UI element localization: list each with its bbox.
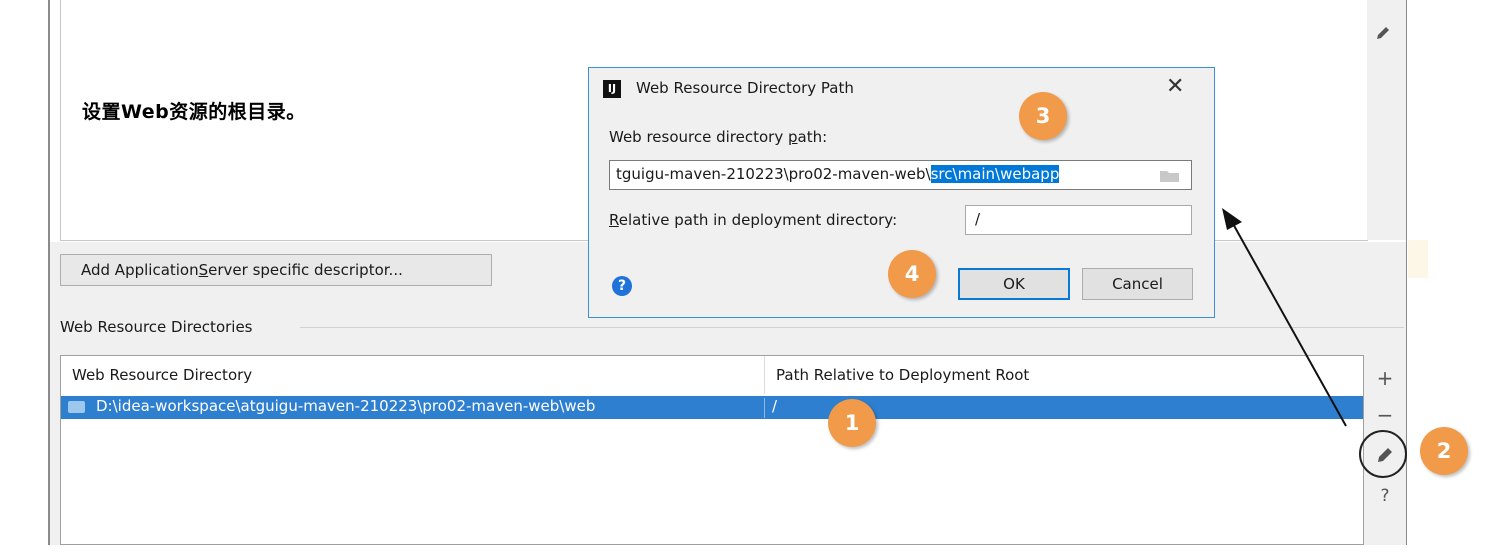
callout-3: 3 [1019,92,1067,140]
column-header-relative-path[interactable]: Path Relative to Deployment Root [776,366,1029,384]
cancel-button[interactable]: Cancel [1082,268,1193,300]
path-input-value[interactable]: tguigu-maven-210223\pro02-maven-web\src\… [616,165,1060,183]
add-descriptor-mnemonic: S [198,261,209,279]
path-value-plain: tguigu-maven-210223\pro02-maven-web\ [616,165,931,183]
callout-2: 2 [1420,427,1468,475]
dialog-title: Web Resource Directory Path [636,79,854,97]
row-cell-divider [764,398,765,418]
remove-button[interactable]: − [1373,403,1397,427]
relative-path-value[interactable]: / [975,210,980,228]
folder-browse-icon[interactable] [1159,168,1181,184]
relative-path-input[interactable] [965,205,1192,235]
column-header-directory[interactable]: Web Resource Directory [72,366,252,384]
relative-label-mnemonic: R [609,211,619,229]
add-button[interactable]: + [1373,366,1397,390]
path-value-selected: src\main\webapp [930,165,1060,183]
help-icon[interactable]: ? [612,276,632,296]
path-label-mnemonic: p [788,128,798,146]
column-divider [764,356,765,394]
path-label: Web resource directory path: [609,128,827,146]
add-server-descriptor-button[interactable]: Add Application Server specific descript… [60,254,492,286]
folder-icon [68,401,85,413]
section-title: Web Resource Directories [60,318,253,336]
callout-1: 1 [828,399,876,447]
description-text: 设置Web资源的根目录。 [82,101,306,123]
table-cell-directory: D:\idea-workspace\atguigu-maven-210223\p… [96,397,596,415]
add-descriptor-label-suffix: erver specific descriptor... [208,261,403,279]
ok-button[interactable]: OK [958,268,1070,300]
web-resource-table [60,355,1364,545]
callout-4: 4 [888,250,936,298]
table-cell-relative-path: / [772,397,778,415]
relative-label-suffix: elative path in deployment directory: [618,211,898,229]
panel-border-right [1406,0,1407,545]
help-button[interactable]: ? [1373,484,1397,508]
add-descriptor-label-prefix: Add Application [81,261,199,279]
path-label-prefix: Web resource directory [609,128,788,146]
intellij-icon: IJ [603,80,621,98]
close-icon[interactable]: ✕ [1166,74,1184,99]
relative-path-label: Relative path in deployment directory: [609,211,897,229]
highlight-strip [1408,240,1428,278]
annotation-arrow [1222,208,1347,427]
pencil-icon[interactable] [1374,24,1392,42]
path-label-suffix: ath: [797,128,828,146]
